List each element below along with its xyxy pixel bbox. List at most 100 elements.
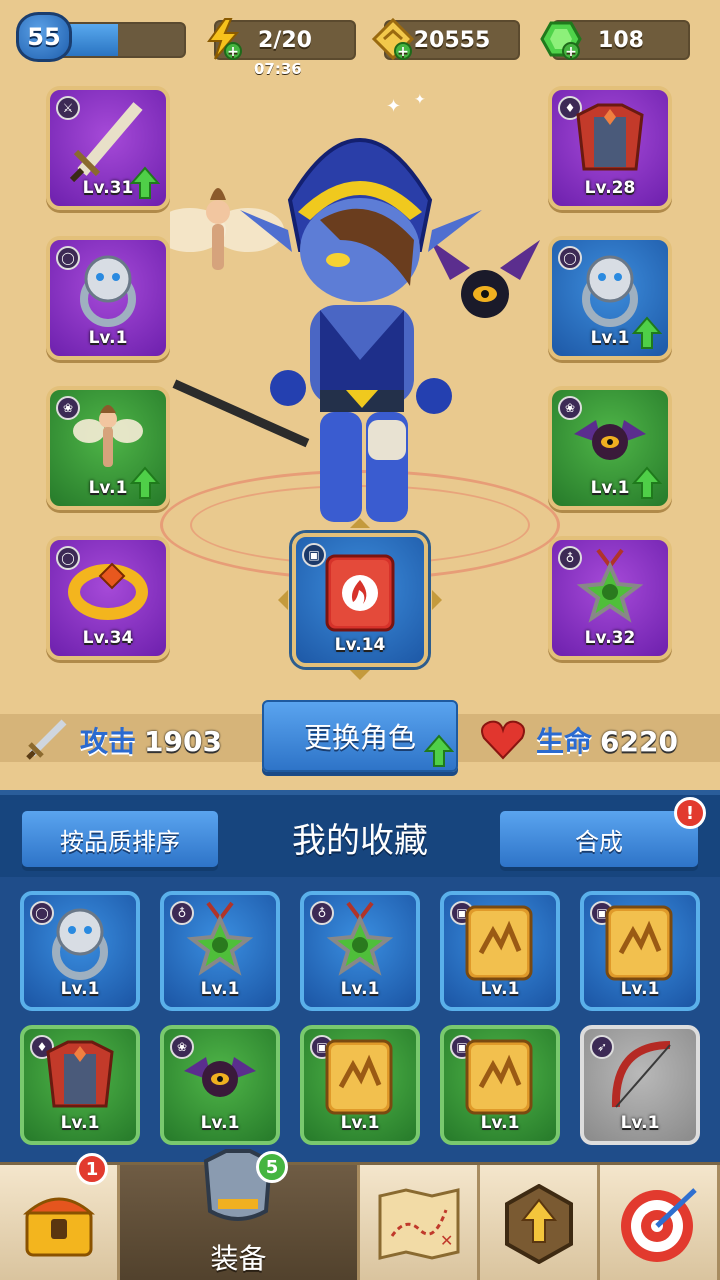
collection-item-amulet[interactable]: ♁ Lv.1 <box>160 891 280 1011</box>
item-level: Lv.1 <box>480 979 520 999</box>
book-icon <box>461 901 539 987</box>
item-level: Lv.1 <box>200 1113 240 1133</box>
sort-label: 按品质排序 <box>60 827 180 856</box>
book-icon <box>601 901 679 987</box>
bracelet-icon <box>66 554 150 628</box>
nav-chest[interactable]: 1 <box>0 1153 120 1280</box>
craft-button[interactable]: 合成 <box>500 811 698 867</box>
equip-slot-ring[interactable]: ◯ Lv.1 <box>548 236 672 360</box>
slot-arrow-up <box>350 508 370 528</box>
armor-icon <box>40 1036 120 1120</box>
svg-text:+: + <box>565 44 577 60</box>
attack-stat: 攻击 1903 <box>80 720 222 760</box>
equip-slot-amulet[interactable]: ♁ Lv.32 <box>548 536 672 660</box>
craft-alert-badge: ! <box>674 797 706 829</box>
hero-character[interactable]: ✦ ✦ <box>170 90 550 550</box>
equip-slot-armor[interactable]: ♦ Lv.28 <box>548 86 672 210</box>
item-level: Lv.1 <box>200 979 240 999</box>
slot-arrow-right <box>432 590 452 610</box>
energy-timer: 07:36 <box>254 60 302 78</box>
amulet-icon <box>180 899 260 989</box>
upgrade-icon <box>504 1184 573 1264</box>
upgrade-arrow-icon <box>424 734 454 767</box>
collection-item-armor[interactable]: ♦ Lv.1 <box>20 1025 140 1145</box>
nav-target[interactable] <box>600 1165 720 1280</box>
collection-item-book[interactable]: ▣ Lv.1 <box>440 1025 560 1145</box>
equip-slot-weapon[interactable]: ⚔ Lv.31 <box>46 86 170 210</box>
chest-badge: 1 <box>76 1153 108 1185</box>
item-level: Lv.1 <box>340 1113 380 1133</box>
gem-counter[interactable]: + 108 <box>540 20 690 60</box>
attack-label: 攻击 <box>80 725 137 758</box>
slot-arrow-down <box>350 670 370 690</box>
equip-slot-pet[interactable]: ❀ Lv.1 <box>548 386 672 510</box>
slot-level: Lv.32 <box>584 628 636 648</box>
upgrade-arrow-icon <box>632 316 662 349</box>
resource-bar: 55 + 2/20 07:36 + 20555 + 108 <box>0 0 720 80</box>
heart-icon <box>481 720 525 760</box>
svg-text:+: + <box>397 44 409 60</box>
book-icon <box>461 1035 539 1121</box>
book-icon <box>321 1035 399 1121</box>
upgrade-arrow-icon <box>130 466 160 499</box>
craft-label: 合成 <box>575 827 623 856</box>
amulet-icon <box>320 899 400 989</box>
svg-text:✕: ✕ <box>440 1231 453 1250</box>
equip-slot-bracelet[interactable]: ◯ Lv.34 <box>46 536 170 660</box>
item-level: Lv.1 <box>620 1113 660 1133</box>
target-icon <box>620 1188 697 1262</box>
energy-icon: + <box>200 16 246 62</box>
attack-value: 1903 <box>144 725 222 758</box>
chest-icon <box>22 1197 95 1257</box>
bow-icon <box>600 1035 680 1121</box>
gem-value: 108 <box>598 27 644 53</box>
gold-value: 20555 <box>413 27 491 53</box>
pet-icon <box>178 1041 262 1115</box>
armor-icon <box>570 99 650 183</box>
collection-item-bow[interactable]: ➶ Lv.1 <box>580 1025 700 1145</box>
collection-item-pet[interactable]: ❀ Lv.1 <box>160 1025 280 1145</box>
fire-spellbook-icon <box>325 554 395 632</box>
item-level: Lv.1 <box>620 979 660 999</box>
collection-item-amulet[interactable]: ♁ Lv.1 <box>300 891 420 1011</box>
xp-bar <box>56 22 186 58</box>
collection-item-book[interactable]: ▣ Lv.1 <box>300 1025 420 1145</box>
collection-item-book[interactable]: ▣ Lv.1 <box>440 891 560 1011</box>
svg-text:+: + <box>227 44 239 60</box>
item-level: Lv.1 <box>60 979 100 999</box>
slot-level: Lv.34 <box>82 628 134 648</box>
nav-upgrade[interactable] <box>480 1165 600 1280</box>
slot-arrow-left <box>268 590 288 610</box>
nav-equipment[interactable]: 5 装备 <box>120 1149 360 1280</box>
change-hero-button[interactable]: 更换角色 <box>262 700 458 772</box>
hp-stat: 生命 6220 <box>536 720 678 760</box>
equip-label: 装备 <box>210 1242 267 1275</box>
sort-by-quality-button[interactable]: 按品质排序 <box>22 811 218 867</box>
gold-icon: + <box>370 16 416 62</box>
bottom-nav: 1 5 装备 ✕ <box>0 1149 720 1280</box>
item-level: Lv.1 <box>480 1113 520 1133</box>
collection-item-ring[interactable]: ◯ Lv.1 <box>20 891 140 1011</box>
equip-slot-ring[interactable]: ◯ Lv.1 <box>46 236 170 360</box>
amulet-icon <box>570 546 650 636</box>
slot-level: Lv.28 <box>584 178 636 198</box>
nav-map[interactable]: ✕ <box>360 1165 480 1280</box>
sword-icon <box>26 719 67 760</box>
upgrade-arrow-icon <box>130 166 160 199</box>
ring-icon <box>40 902 120 986</box>
hp-value: 6220 <box>600 725 678 758</box>
equip-badge: 5 <box>256 1151 288 1183</box>
map-icon: ✕ <box>378 1188 459 1260</box>
spellbook-level: Lv.14 <box>334 635 386 655</box>
collection-item-book[interactable]: ▣ Lv.1 <box>580 891 700 1011</box>
svg-text:✦: ✦ <box>414 92 426 108</box>
collection-title: 我的收藏 <box>292 821 428 861</box>
player-level-badge[interactable]: 55 <box>16 12 72 62</box>
energy-value: 2/20 <box>258 27 312 53</box>
spellbook-slot[interactable]: ▣ Lv.14 <box>292 533 428 667</box>
gold-counter[interactable]: + 20555 <box>371 17 520 61</box>
energy-counter[interactable]: + 2/20 <box>207 18 356 60</box>
equip-slot-pet[interactable]: ❀ Lv.1 <box>46 386 170 510</box>
gem-icon: + <box>538 16 584 62</box>
collection-header: 按品质排序 我的收藏 合成 ! <box>0 795 720 877</box>
